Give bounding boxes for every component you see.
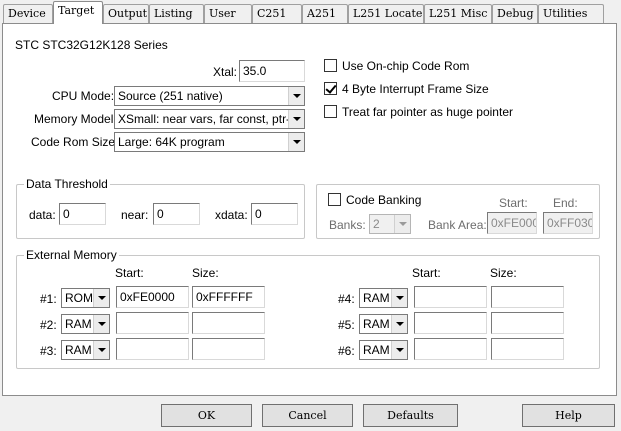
ext-mem-size-input[interactable] [491,338,564,360]
ext-mem-start-input[interactable] [116,312,189,334]
chevron-down-icon[interactable] [391,315,407,333]
code-banking-checkbox[interactable] [328,193,341,206]
tab-a251[interactable]: A251 [302,4,348,23]
tab-target[interactable]: Target [53,1,103,24]
data-threshold-xdata-input[interactable]: 0 [251,203,298,225]
banks-label: Banks: [329,218,366,232]
code-rom-size-label: Code Rom Size: [31,135,119,149]
ext-size-header-right: Size: [490,266,517,280]
ext-mem-row-label: #2: [40,318,57,332]
chevron-down-icon[interactable] [288,133,304,151]
tab-output[interactable]: Output [103,4,149,23]
ext-mem-type-select[interactable]: RAM [359,288,408,308]
ext-size-header-left: Size: [192,266,219,280]
ext-mem-type-value: RAM [363,291,390,305]
ext-mem-size-input[interactable] [491,286,564,308]
ext-mem-start-input[interactable] [414,286,487,308]
external-memory-title: External Memory [24,248,119,262]
ext-mem-start-input[interactable]: 0xFE0000 [116,286,189,308]
help-button[interactable]: Help [522,404,615,427]
chevron-down-icon[interactable] [93,289,109,307]
banks-value: 2 [373,217,380,231]
ok-button[interactable]: OK [161,404,252,427]
ext-mem-row-label: #5: [338,318,355,332]
tab-debug[interactable]: Debug [492,4,538,23]
far-pointer-huge-label[interactable]: Treat far pointer as huge pointer [342,105,513,119]
tab-bar: Device Target Output Listing User C251 A… [0,0,621,24]
ext-mem-size-input[interactable] [192,312,265,334]
ext-mem-row-label: #1: [40,292,57,306]
tab-l251-misc[interactable]: L251 Misc [424,4,492,23]
interrupt-frame-size-checkbox[interactable] [324,82,337,95]
tab-user[interactable]: User [204,4,252,23]
tab-c251[interactable]: C251 [252,4,302,23]
cancel-button[interactable]: Cancel [262,404,353,427]
ext-mem-start-input[interactable] [414,338,487,360]
ext-mem-type-select[interactable]: RAM [61,340,110,360]
ext-mem-size-input[interactable] [192,338,265,360]
cpu-mode-select[interactable]: Source (251 native) [114,86,305,106]
code-banking-label[interactable]: Code Banking [346,193,421,207]
tab-l251-locate[interactable]: L251 Locate [348,4,424,23]
use-onchip-code-rom-label[interactable]: Use On-chip Code Rom [342,59,469,73]
cpu-mode-value: Source (251 native) [118,89,223,103]
chevron-down-icon[interactable] [93,341,109,359]
ext-mem-type-value: RAM [363,343,390,357]
bank-start-input[interactable]: 0xFE0000 [487,212,537,234]
data-threshold-data-input[interactable]: 0 [59,203,106,225]
chevron-down-icon[interactable] [391,341,407,359]
data-threshold-data-label: data: [29,208,56,222]
tab-device[interactable]: Device [3,4,53,23]
data-threshold-near-input[interactable]: 0 [153,203,200,225]
cpu-mode-label: CPU Mode: [52,89,115,103]
bank-end-input[interactable]: 0xFF0300 [543,212,593,234]
ext-mem-row-label: #6: [338,344,355,358]
far-pointer-huge-checkbox[interactable] [324,105,337,118]
ext-start-header-left: Start: [115,266,144,280]
tab-listing[interactable]: Listing [149,4,204,23]
xtal-input[interactable]: 35.0 [239,60,305,82]
bank-start-label: Start: [499,196,528,210]
data-threshold-xdata-label: xdata: [215,208,248,222]
use-onchip-code-rom-checkbox[interactable] [324,59,337,72]
data-threshold-near-label: near: [121,208,149,222]
chevron-down-icon[interactable] [288,110,304,128]
ext-mem-type-value: RAM [363,317,390,331]
code-rom-size-value: Large: 64K program [118,135,225,149]
bank-end-label: End: [553,196,578,210]
memory-model-value: XSmall: near vars, far const, ptr-4 [118,112,297,126]
target-panel: STC STC32G12K128 Series Xtal: 35.0 CPU M… [2,23,617,396]
ext-mem-size-input[interactable] [491,312,564,334]
chevron-down-icon[interactable] [93,315,109,333]
ext-mem-size-input[interactable]: 0xFFFFFF [192,286,265,308]
ext-start-header-right: Start: [412,266,441,280]
ext-mem-type-select[interactable]: ROM [61,288,110,308]
ext-mem-row-label: #3: [40,344,57,358]
bank-area-label: Bank Area: [428,218,487,232]
xtal-label: Xtal: [213,65,238,79]
chevron-down-icon[interactable] [391,289,407,307]
chevron-down-icon[interactable] [394,215,410,233]
tab-utilities[interactable]: Utilities [538,4,604,23]
ext-mem-start-input[interactable] [116,338,189,360]
memory-model-label: Memory Model: [34,112,117,126]
chevron-down-icon[interactable] [288,87,304,105]
ext-mem-type-select[interactable]: RAM [61,314,110,334]
ext-mem-row-label: #4: [338,292,355,306]
data-threshold-title: Data Threshold [24,177,110,191]
memory-model-select[interactable]: XSmall: near vars, far const, ptr-4 [114,109,305,129]
banks-select[interactable]: 2 [369,214,411,234]
device-name: STC STC32G12K128 Series [15,38,168,52]
ext-mem-type-value: RAM [65,317,92,331]
ext-mem-type-value: ROM [65,291,93,305]
ext-mem-type-value: RAM [65,343,92,357]
defaults-button[interactable]: Defaults [363,404,458,427]
interrupt-frame-size-label[interactable]: 4 Byte Interrupt Frame Size [342,82,489,96]
ext-mem-type-select[interactable]: RAM [359,314,408,334]
ext-mem-start-input[interactable] [414,312,487,334]
code-rom-size-select[interactable]: Large: 64K program [114,132,305,152]
ext-mem-type-select[interactable]: RAM [359,340,408,360]
